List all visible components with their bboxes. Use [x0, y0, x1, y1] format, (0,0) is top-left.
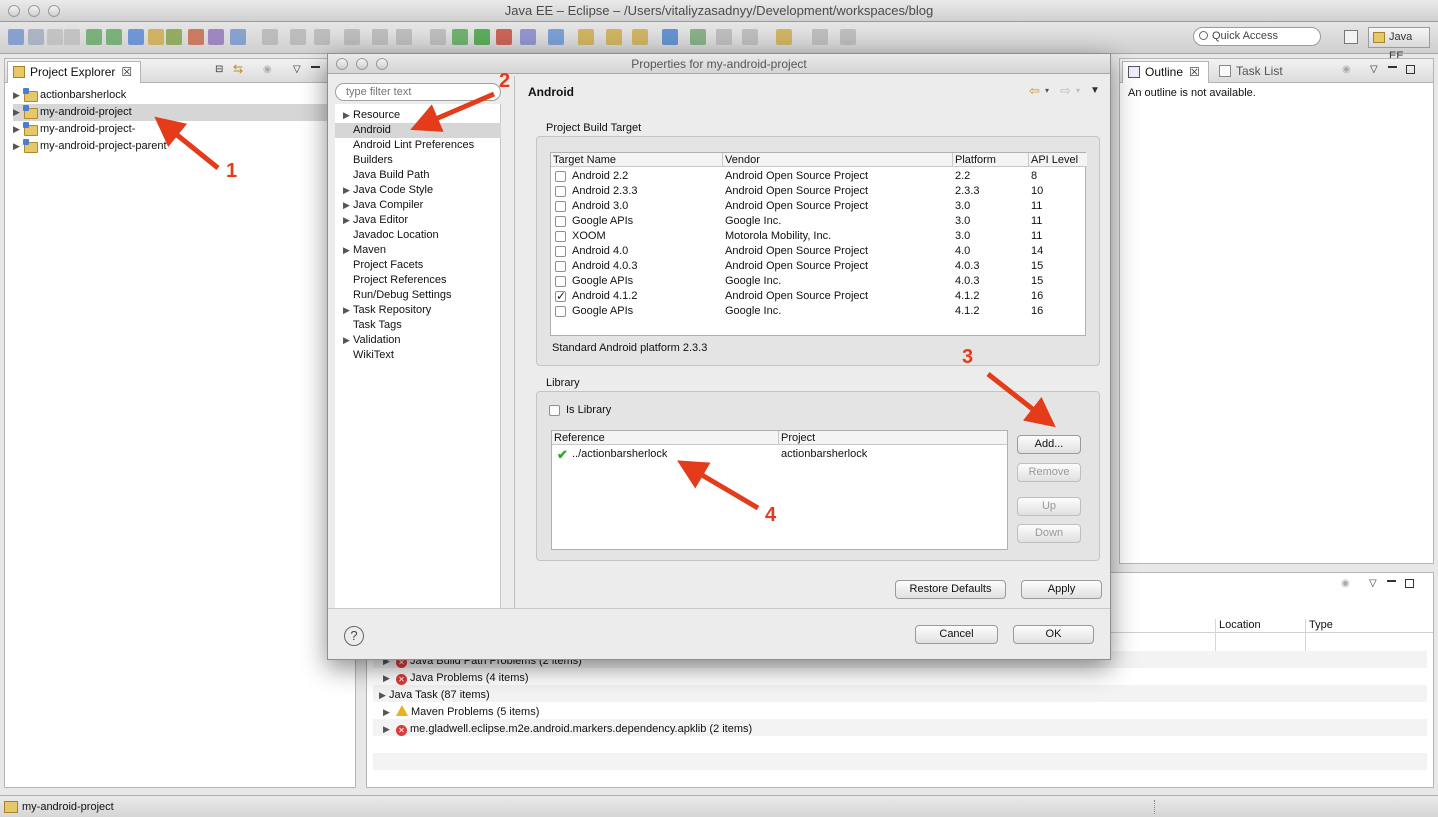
annotation-arrow-3 — [986, 372, 1056, 428]
status-bar: my-android-project — [0, 795, 1438, 817]
annotation-number-2: 2 — [499, 70, 511, 92]
project-icon — [4, 801, 18, 813]
annotation-arrow-1 — [154, 116, 220, 170]
annotation-number-4: 4 — [765, 504, 777, 526]
annotation-arrows — [154, 91, 1056, 511]
annotation-arrow-4 — [677, 460, 760, 511]
annotation-arrow-2 — [410, 91, 495, 132]
annotation-number-3: 3 — [962, 346, 974, 368]
status-divider — [1154, 800, 1156, 814]
annotation-number-1: 1 — [226, 160, 238, 182]
status-text: my-android-project — [22, 801, 114, 813]
